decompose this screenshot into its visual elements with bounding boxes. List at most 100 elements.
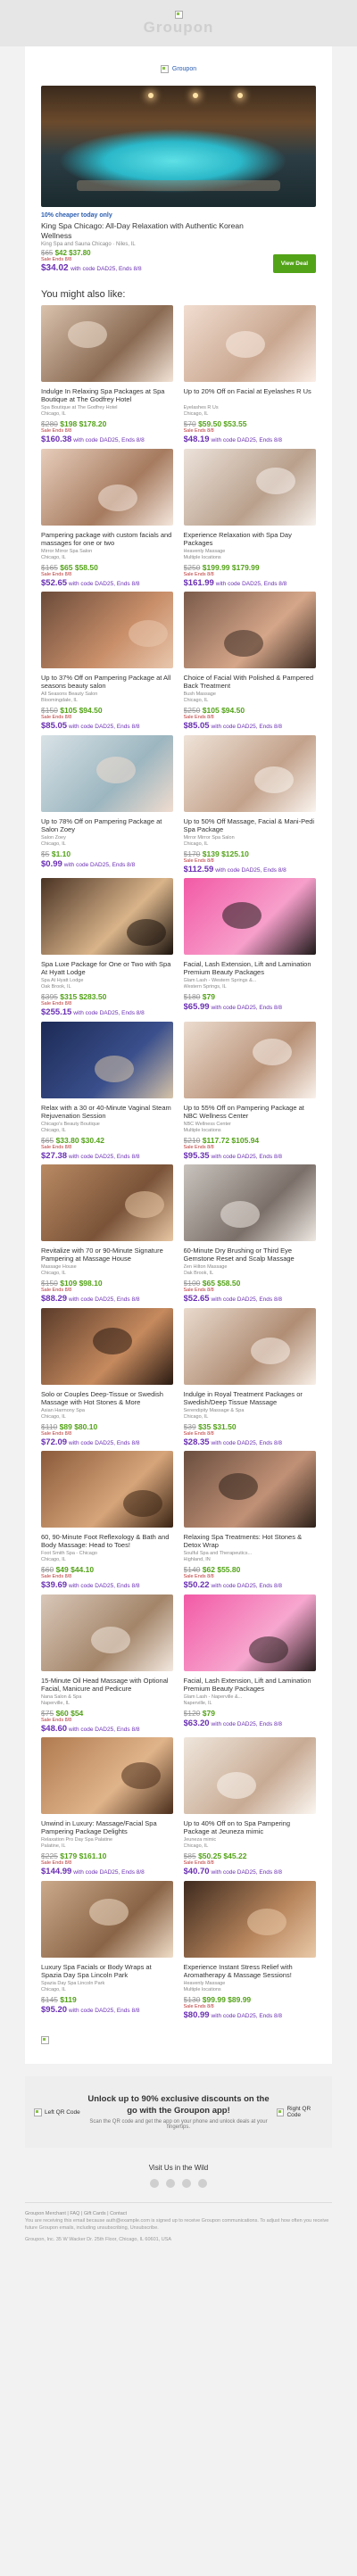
deal-image[interactable] (183, 1451, 316, 1528)
hero-image[interactable] (41, 86, 316, 207)
deal-image[interactable] (183, 592, 316, 669)
deal-image[interactable] (41, 1021, 173, 1098)
deal-title[interactable]: Up to 37% Off on Pampering Package at Al… (41, 674, 174, 690)
deal-original-price: $225 (41, 1851, 58, 1860)
deal-card[interactable]: 60, 90-Minute Foot Reflexology & Bath an… (41, 1451, 174, 1594)
deal-card[interactable]: Up to 55% Off on Pampering Package at NB… (183, 1021, 317, 1165)
deal-image[interactable] (41, 592, 173, 669)
right-qr-label: Right QR Code (286, 2106, 311, 2119)
deal-card[interactable]: Indulge In Relaxing Spa Packages at Spa … (41, 305, 174, 449)
deal-image[interactable] (41, 1594, 173, 1671)
deal-image[interactable] (41, 878, 173, 956)
deal-card[interactable]: Up to 20% Off on Facial at Eyelashes R U… (183, 305, 317, 449)
deal-promo-line: $144.99 with code DAD25, Ends 8/8 (41, 1867, 174, 1876)
deal-title[interactable]: Up to 40% Off on to Spa Pampering Packag… (184, 1819, 317, 1835)
deal-card[interactable]: 15-Minute Oil Head Massage with Optional… (41, 1594, 174, 1738)
deal-image[interactable] (41, 305, 173, 383)
deal-title[interactable]: 15-Minute Oil Head Massage with Optional… (41, 1677, 174, 1693)
deal-title[interactable]: Facial, Lash Extension, Lift and Laminat… (184, 1677, 317, 1693)
deal-card[interactable]: Choice of Facial With Polished & Pampere… (183, 592, 317, 735)
deal-price: $79 (202, 992, 215, 1001)
deal-title[interactable]: Indulge In Relaxing Spa Packages at Spa … (41, 387, 174, 403)
deal-title[interactable]: Experience Instant Stress Relief with Ar… (184, 1963, 317, 1979)
deal-title[interactable]: Relaxing Spa Treatments: Hot Stones & De… (184, 1533, 317, 1549)
app-promo: Left QR Code Unlock up to 90% exclusive … (25, 2076, 332, 2148)
deal-image[interactable] (41, 1164, 173, 1242)
deal-promo-line: $88.29 with code DAD25, Ends 8/8 (41, 1294, 174, 1304)
deal-title[interactable]: Indulge in Royal Treatment Packages or S… (184, 1390, 317, 1406)
deal-card[interactable]: Relaxing Spa Treatments: Hot Stones & De… (183, 1451, 317, 1594)
deal-image[interactable] (183, 1164, 316, 1242)
instagram-icon[interactable] (182, 2178, 191, 2188)
view-deal-button[interactable]: View Deal (272, 254, 316, 274)
deal-title[interactable]: Up to 20% Off on Facial at Eyelashes R U… (184, 387, 317, 403)
deal-original-price: $75 (41, 1708, 54, 1718)
deal-promo-text: with code DAD25, Ends 8/8 (73, 1869, 145, 1876)
deal-card[interactable]: Spa Luxe Package for One or Two with Spa… (41, 878, 174, 1022)
deal-title[interactable]: Pampering package with custom facials an… (41, 531, 174, 547)
deal-title[interactable]: Solo or Couples Deep-Tissue or Swedish M… (41, 1390, 174, 1406)
deal-image[interactable] (41, 1880, 173, 1958)
deal-title[interactable]: Unwind in Luxury: Massage/Facial Spa Pam… (41, 1819, 174, 1835)
deal-card[interactable]: 60-Minute Dry Brushing or Third Eye Gems… (183, 1164, 317, 1308)
deal-image[interactable] (41, 1307, 173, 1385)
deal-card[interactable]: Up to 78% Off on Pampering Package at Sa… (41, 734, 174, 879)
right-qr-code[interactable]: Right QR Code (277, 2106, 323, 2118)
deal-card[interactable]: Unwind in Luxury: Massage/Facial Spa Pam… (41, 1737, 174, 1881)
deal-card[interactable]: Pampering package with custom facials an… (41, 448, 174, 592)
deal-image[interactable] (183, 1737, 316, 1815)
deal-card[interactable]: Up to 50% Off Massage, Facial & Mani-Ped… (183, 734, 317, 879)
left-qr-code[interactable]: Left QR Code (34, 2108, 80, 2116)
youtube-icon[interactable] (198, 2178, 207, 2188)
deal-image[interactable] (183, 448, 316, 526)
deal-card[interactable]: Luxury Spa Facials or Body Wraps at Spaz… (41, 1880, 174, 2025)
deal-title[interactable]: Revitalize with 70 or 90-Minute Signatur… (41, 1247, 174, 1263)
deal-title[interactable]: Up to 78% Off on Pampering Package at Sa… (41, 817, 174, 833)
header-logo[interactable]: Groupon (41, 55, 316, 82)
deal-title[interactable]: Luxury Spa Facials or Body Wraps at Spaz… (41, 1963, 174, 1979)
deal-promo-line: $28.35 with code DAD25, Ends 8/8 (184, 1437, 317, 1447)
deal-card[interactable]: Indulge in Royal Treatment Packages or S… (183, 1307, 317, 1452)
deal-image[interactable] (41, 734, 173, 812)
groupon-logo[interactable] (174, 10, 183, 19)
deal-original-price: $85 (183, 1851, 196, 1860)
deal-title[interactable]: Experience Relaxation with Spa Day Packa… (184, 531, 317, 547)
deal-image[interactable] (183, 878, 316, 956)
deal-title[interactable]: 60, 90-Minute Foot Reflexology & Bath an… (41, 1533, 174, 1549)
deal-original-price: $110 (41, 1421, 58, 1431)
deal-title[interactable]: Up to 55% Off on Pampering Package at NB… (184, 1104, 317, 1120)
deal-title[interactable]: Facial, Lash Extension, Lift and Laminat… (184, 960, 317, 976)
deal-image[interactable] (183, 1021, 316, 1098)
deal-title[interactable]: Spa Luxe Package for One or Two with Spa… (41, 960, 174, 976)
deal-promo-line: $95.35 with code DAD25, Ends 8/8 (184, 1151, 317, 1161)
deal-promo-line: $72.09 with code DAD25, Ends 8/8 (41, 1437, 174, 1447)
facebook-icon[interactable] (150, 2178, 159, 2188)
deal-title[interactable]: Relax with a 30 or 40-Minute Vaginal Ste… (41, 1104, 174, 1120)
deal-image[interactable] (183, 1307, 316, 1385)
deal-image[interactable] (183, 1880, 316, 1958)
hero-title[interactable]: King Spa Chicago: All-Day Relaxation wit… (41, 221, 246, 240)
deal-card[interactable]: Experience Relaxation with Spa Day Packa… (183, 448, 317, 592)
deal-title[interactable]: 60-Minute Dry Brushing or Third Eye Gems… (184, 1247, 317, 1263)
deal-image[interactable] (41, 1737, 173, 1815)
deal-card[interactable]: Relax with a 30 or 40-Minute Vaginal Ste… (41, 1021, 174, 1165)
deal-card[interactable]: Up to 37% Off on Pampering Package at Al… (41, 592, 174, 735)
deal-card[interactable]: Up to 40% Off on to Spa Pampering Packag… (183, 1737, 317, 1881)
deal-image[interactable] (183, 1594, 316, 1671)
deal-card[interactable]: Facial, Lash Extension, Lift and Laminat… (183, 1594, 317, 1738)
deal-card[interactable]: Solo or Couples Deep-Tissue or Swedish M… (41, 1307, 174, 1452)
deal-image[interactable] (183, 734, 316, 812)
twitter-icon[interactable] (166, 2178, 175, 2188)
deal-title[interactable]: Up to 50% Off Massage, Facial & Mani-Ped… (184, 817, 317, 833)
deal-title[interactable]: Choice of Facial With Polished & Pampere… (184, 674, 317, 690)
deal-image[interactable] (41, 1451, 173, 1528)
deal-card[interactable]: Facial, Lash Extension, Lift and Laminat… (183, 878, 317, 1022)
footer-links[interactable]: Groupon Merchant | FAQ | Gift Cards | Co… (25, 2210, 332, 2217)
deal-image[interactable] (183, 305, 316, 383)
deal-merchant: Relaxation Pro Day Spa Palatine Palatine,… (41, 1837, 113, 1850)
deal-card[interactable]: Experience Instant Stress Relief with Ar… (183, 1880, 317, 2025)
deal-card[interactable]: Revitalize with 70 or 90-Minute Signatur… (41, 1164, 174, 1308)
deal-image[interactable] (41, 448, 173, 526)
deal-image-subject (95, 1055, 134, 1082)
deal-sale: Sale Ends 8/8 (41, 1860, 72, 1866)
